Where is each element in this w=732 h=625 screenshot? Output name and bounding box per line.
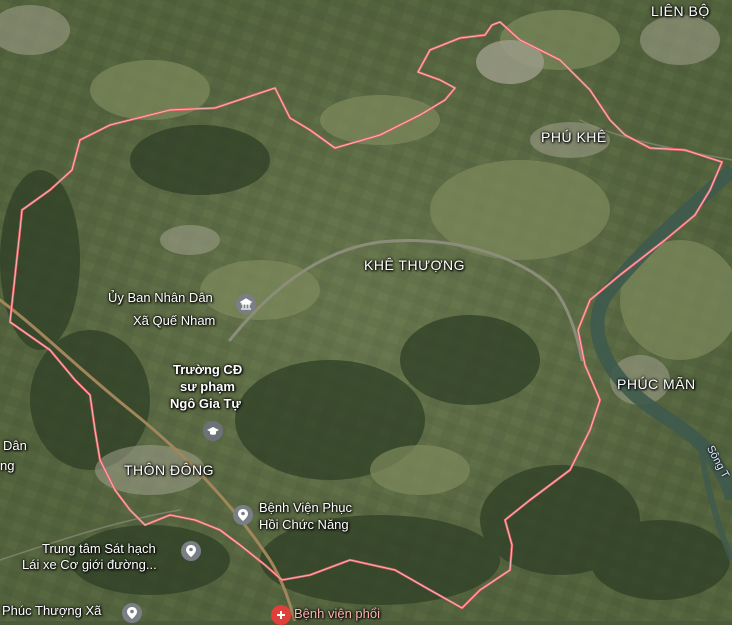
poi-driving-label-line1: Trung tâm Sát hạch [42, 541, 156, 556]
poi-rehab-label-line1: Bệnh Viện Phục [259, 500, 352, 515]
poi-ubnd-label-line2: Xã Quế Nham [133, 313, 216, 328]
partial-label-ng: ng [0, 458, 15, 473]
school-icon[interactable] [203, 421, 223, 441]
poi-school-label-line1: Trường CĐ [173, 362, 243, 377]
poi-rehab-label-line2: Hồi Chức Năng [259, 517, 349, 532]
poi-school-label-line3: Ngô Gia Tự [170, 396, 241, 411]
place-pin-icon[interactable] [233, 505, 253, 525]
poi-ubnd-label-line1: Ủy Ban Nhân Dân [108, 290, 213, 305]
place-pin-icon[interactable] [181, 541, 201, 561]
place-label-phuc-man: PHÚC MÃN [617, 376, 696, 392]
poi-lung-hospital-label: Bệnh viện phổi [294, 606, 381, 621]
place-label-lien-bo: LIÊN BỘ [651, 3, 710, 19]
poi-driving-label-line2: Lái xe Cơ giới đường... [22, 557, 157, 572]
poi-school-label-line2: sư phạm [180, 379, 235, 394]
hospital-icon[interactable] [271, 605, 291, 625]
poi-phuc-thuong-label: Phúc Thượng Xã [2, 603, 102, 618]
partial-label-dan: Dân [3, 438, 27, 453]
satellite-map[interactable] [0, 0, 732, 621]
place-label-phu-khe: PHÚ KHÊ [541, 129, 607, 145]
government-building-icon[interactable] [236, 294, 256, 314]
place-label-khe-thuong: KHÊ THƯỢNG [364, 257, 466, 273]
place-pin-icon[interactable] [122, 603, 142, 623]
place-label-thon-dong: THÔN ĐÔNG [124, 462, 215, 478]
